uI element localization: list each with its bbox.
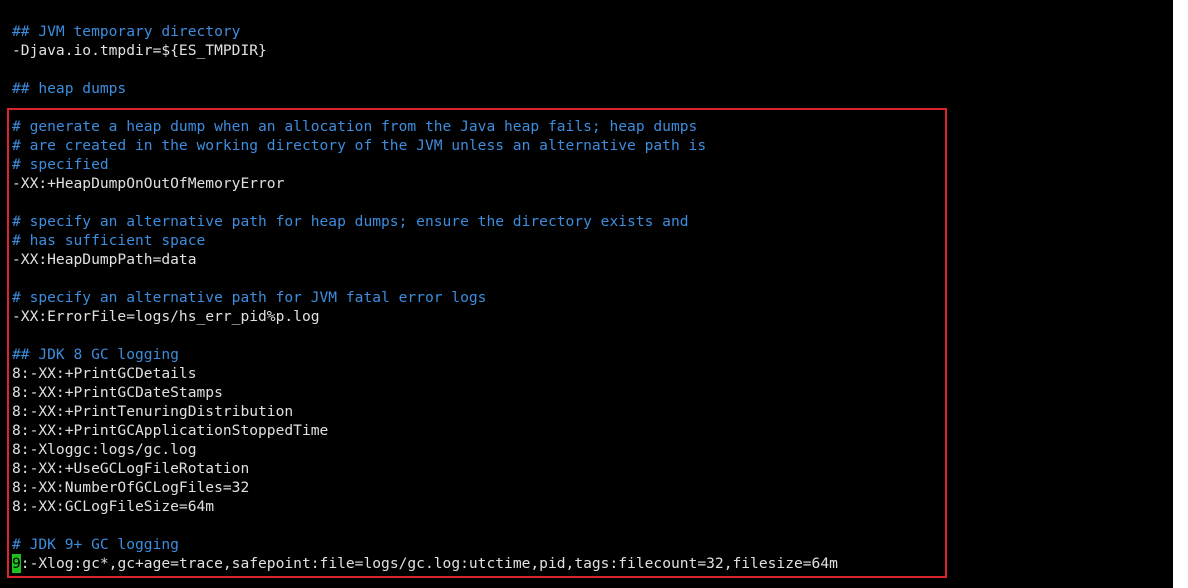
config-line: 8:-XX:+PrintGCDetails	[12, 365, 197, 382]
config-line: # JDK 9+ GC logging	[12, 536, 179, 553]
config-line: # are created in the working directory o…	[12, 137, 707, 154]
config-line-rest: :-Xlog:gc*,gc+age=trace,safepoint:file=l…	[20, 555, 838, 572]
config-line: 8:-Xloggc:logs/gc.log	[12, 441, 197, 458]
config-line: # specify an alternative path for heap d…	[12, 213, 689, 230]
terminal-window[interactable]: ## JVM temporary directory -Djava.io.tmp…	[0, 0, 1173, 588]
file-content: ## JVM temporary directory -Djava.io.tmp…	[12, 22, 838, 573]
config-line: # has sufficient space	[12, 232, 206, 249]
config-line: ## JVM temporary directory	[12, 23, 241, 40]
config-line: # specify an alternative path for JVM fa…	[12, 289, 487, 306]
config-line: 8:-XX:+PrintGCDateStamps	[12, 384, 223, 401]
config-line: ## heap dumps	[12, 80, 127, 97]
config-line: 8:-XX:+UseGCLogFileRotation	[12, 460, 250, 477]
config-line: -XX:+HeapDumpOnOutOfMemoryError	[12, 175, 285, 192]
config-line: 8:-XX:NumberOfGCLogFiles=32	[12, 479, 250, 496]
config-line: 8:-XX:+PrintTenuringDistribution	[12, 403, 294, 420]
text-cursor: 9	[12, 554, 21, 573]
config-line: # generate a heap dump when an allocatio…	[12, 118, 698, 135]
config-line: 8:-XX:GCLogFileSize=64m	[12, 498, 215, 515]
config-line: -XX:HeapDumpPath=data	[12, 251, 197, 268]
config-line-with-cursor: 9:-Xlog:gc*,gc+age=trace,safepoint:file=…	[12, 554, 838, 573]
screen: ## JVM temporary directory -Djava.io.tmp…	[0, 0, 1188, 588]
config-line: -XX:ErrorFile=logs/hs_err_pid%p.log	[12, 308, 320, 325]
config-line: ## JDK 8 GC logging	[12, 346, 179, 363]
config-line: -Djava.io.tmpdir=${ES_TMPDIR}	[12, 42, 267, 59]
config-line: # specified	[12, 156, 109, 173]
config-line: 8:-XX:+PrintGCApplicationStoppedTime	[12, 422, 329, 439]
